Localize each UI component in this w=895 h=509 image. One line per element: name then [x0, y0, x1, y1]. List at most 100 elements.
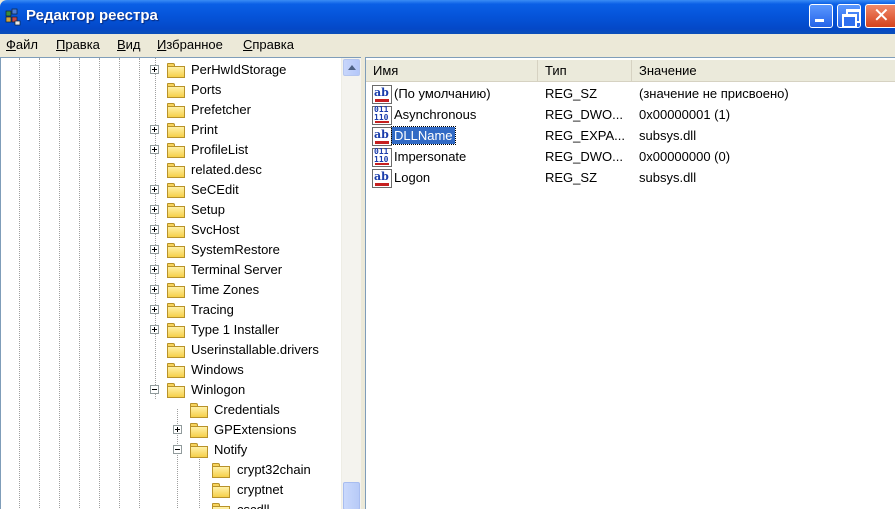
menu-file[interactable]: Файл: [6, 37, 38, 52]
menu-favorites[interactable]: Избранное: [157, 37, 223, 52]
value-row[interactable]: Logon REG_SZ subsys.dll: [366, 168, 895, 189]
folder-icon: [166, 242, 186, 258]
expand-icon[interactable]: [150, 265, 159, 274]
tree-item-windows[interactable]: Windows: [1, 360, 341, 380]
value-row-selected[interactable]: DLLName REG_EXPA... subsys.dll: [366, 126, 895, 147]
folder-icon: [211, 502, 231, 509]
tree-item-label: Notify: [214, 442, 248, 457]
tree-item-crypt32chain[interactable]: crypt32chain: [1, 460, 341, 480]
tree-item-winlogon[interactable]: Winlogon: [1, 380, 341, 400]
tree-item-print[interactable]: Print: [1, 120, 341, 140]
folder-icon: [166, 102, 186, 118]
tree-item-label: ProfileList: [191, 142, 249, 157]
scroll-up-button[interactable]: [343, 59, 360, 76]
value-name: (По умолчанию): [394, 86, 491, 101]
window-title: Редактор реестра: [26, 7, 158, 24]
title-bar: Редактор реестра ✕: [0, 0, 895, 34]
column-header-name[interactable]: Имя: [366, 60, 538, 82]
open-folder-icon: [189, 442, 209, 458]
expand-icon[interactable]: [150, 225, 159, 234]
folder-icon: [166, 302, 186, 318]
expand-icon[interactable]: [150, 125, 159, 134]
value-row[interactable]: (По умолчанию) REG_SZ (значение не присв…: [366, 84, 895, 105]
value-name: Impersonate: [394, 149, 467, 164]
scroll-thumb[interactable]: [343, 482, 360, 509]
values-list-pane[interactable]: Имя Тип Значение (По умолчанию) REG_SZ (…: [365, 57, 895, 509]
expand-icon[interactable]: [150, 325, 159, 334]
binary-value-icon: [372, 106, 392, 125]
expand-icon[interactable]: [150, 145, 159, 154]
expand-icon[interactable]: [150, 65, 159, 74]
tree-item-secedit[interactable]: SeCEdit: [1, 180, 341, 200]
tree-item-ports[interactable]: Ports: [1, 80, 341, 100]
collapse-icon[interactable]: [150, 385, 159, 394]
column-header-type[interactable]: Тип: [538, 60, 632, 82]
tree-item-cscdll[interactable]: cscdll: [1, 500, 341, 509]
folder-icon: [166, 222, 186, 238]
string-value-icon: [372, 85, 392, 104]
folder-icon: [166, 182, 186, 198]
tree-item-perhwidstorage[interactable]: PerHwIdStorage: [1, 60, 341, 80]
value-type: REG_EXPA...: [545, 128, 625, 143]
folder-icon: [189, 422, 209, 438]
tree-item-tracing[interactable]: Tracing: [1, 300, 341, 320]
close-button[interactable]: ✕: [865, 4, 895, 28]
tree-item-label: Prefetcher: [191, 102, 251, 117]
tree-scrollbar[interactable]: [341, 58, 361, 509]
tree-item-label: Time Zones: [191, 282, 260, 297]
menu-view[interactable]: Вид: [117, 37, 141, 52]
tree-item-systemrestore[interactable]: SystemRestore: [1, 240, 341, 260]
expand-icon[interactable]: [150, 185, 159, 194]
value-name: Logon: [394, 170, 431, 185]
tree-item-cryptnet[interactable]: cryptnet: [1, 480, 341, 500]
tree-item-label: Winlogon: [191, 382, 246, 397]
open-folder-icon: [166, 382, 186, 398]
collapse-icon[interactable]: [173, 445, 182, 454]
maximize-button[interactable]: [837, 4, 861, 28]
tree-item-credentials[interactable]: Credentials: [1, 400, 341, 420]
tree-item-gpextensions[interactable]: GPExtensions: [1, 420, 341, 440]
folder-icon: [166, 262, 186, 278]
tree-item-setup[interactable]: Setup: [1, 200, 341, 220]
tree-item-userinstallable-drivers[interactable]: Userinstallable.drivers: [1, 340, 341, 360]
binary-value-icon: [372, 148, 392, 167]
folder-icon: [166, 142, 186, 158]
menu-help[interactable]: Справка: [243, 37, 294, 52]
value-type: REG_DWO...: [545, 149, 624, 164]
key-tree: PerHwIdStorage Ports Prefetcher Print Pr…: [1, 58, 341, 509]
tree-item-svchost[interactable]: SvcHost: [1, 220, 341, 240]
expand-icon[interactable]: [150, 285, 159, 294]
value-row[interactable]: Asynchronous REG_DWO... 0x00000001 (1): [366, 105, 895, 126]
tree-item-type1-installer[interactable]: Type 1 Installer: [1, 320, 341, 340]
tree-item-label: Windows: [191, 362, 244, 377]
minimize-button[interactable]: [809, 4, 833, 28]
key-tree-pane[interactable]: PerHwIdStorage Ports Prefetcher Print Pr…: [0, 57, 361, 509]
expand-icon[interactable]: [150, 305, 159, 314]
folder-icon: [166, 362, 186, 378]
tree-item-label: GPExtensions: [214, 422, 297, 437]
value-row[interactable]: Impersonate REG_DWO... 0x00000000 (0): [366, 147, 895, 168]
tree-item-profilelist[interactable]: ProfileList: [1, 140, 341, 160]
tree-item-related-desc[interactable]: related.desc: [1, 160, 341, 180]
folder-icon: [166, 202, 186, 218]
tree-item-label: Print: [191, 122, 218, 137]
value-type: REG_DWO...: [545, 107, 624, 122]
expand-icon[interactable]: [150, 245, 159, 254]
value-name: Asynchronous: [394, 107, 477, 122]
menu-edit[interactable]: Правка: [56, 37, 100, 52]
tree-item-label: cryptnet: [237, 482, 284, 497]
expand-icon[interactable]: [150, 205, 159, 214]
string-value-icon: [372, 127, 392, 146]
value-data: subsys.dll: [639, 128, 697, 143]
expand-icon[interactable]: [173, 425, 182, 434]
folder-icon: [166, 62, 186, 78]
tree-item-label: PerHwIdStorage: [191, 62, 287, 77]
folder-icon: [166, 342, 186, 358]
tree-item-notify[interactable]: Notify: [1, 440, 341, 460]
tree-item-time-zones[interactable]: Time Zones: [1, 280, 341, 300]
tree-item-terminal-server[interactable]: Terminal Server: [1, 260, 341, 280]
column-header-value[interactable]: Значение: [632, 60, 895, 82]
tree-item-prefetcher[interactable]: Prefetcher: [1, 100, 341, 120]
value-type: REG_SZ: [545, 170, 598, 185]
folder-icon: [211, 482, 231, 498]
